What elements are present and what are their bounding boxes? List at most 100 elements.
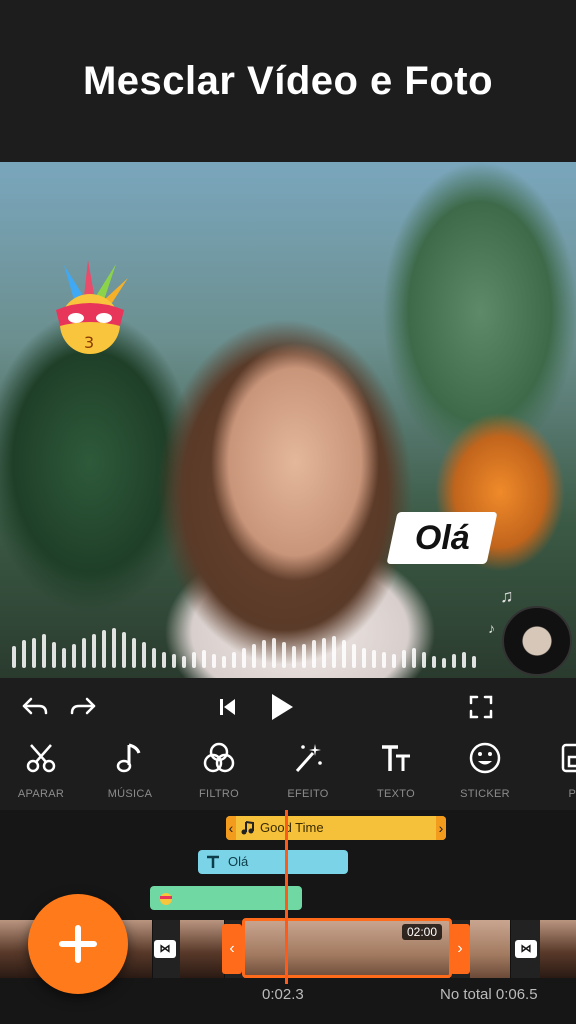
waveform-bar: [32, 638, 36, 668]
waveform-bar: [402, 650, 406, 668]
tool-efeito[interactable]: EFEITO: [264, 736, 352, 810]
music-note-small-icon: ♪: [488, 620, 495, 636]
sticker-track[interactable]: [150, 886, 302, 910]
video-preview[interactable]: 3 Olá ♫ ♪: [0, 162, 576, 678]
tool-label: APARAR: [17, 788, 65, 800]
vinyl-record-icon[interactable]: [502, 606, 572, 676]
waveform-bar: [82, 638, 86, 668]
waveform-bar: [412, 648, 416, 668]
tool-bar: APARAR MÚSICA FILTRO EFEITO TEXTO STICKE…: [0, 736, 576, 810]
skip-to-start-button[interactable]: [212, 692, 242, 722]
music-note-icon: [241, 821, 254, 835]
waveform-bar: [242, 648, 246, 668]
tool-label: MÚSICA: [107, 788, 153, 800]
waveform-bar: [102, 630, 106, 668]
waveform-bar: [462, 652, 466, 668]
tool-aparar[interactable]: APARAR: [0, 736, 85, 810]
fullscreen-button[interactable]: [466, 692, 496, 722]
waveform-bar: [152, 648, 156, 668]
playhead[interactable]: [285, 810, 288, 984]
waveform-bar: [252, 644, 256, 668]
clip-trim-right-handle[interactable]: ›: [450, 924, 470, 974]
add-media-button[interactable]: [28, 894, 128, 994]
text-track-label: Olá: [228, 854, 249, 869]
waveform-bar: [202, 650, 206, 668]
waveform-bar: [352, 644, 356, 668]
transition-icon[interactable]: ⋈: [154, 940, 176, 958]
text-sticker-label: Olá: [414, 518, 470, 557]
clip-trim-left-handle[interactable]: ‹: [222, 924, 242, 974]
waveform-bar: [122, 632, 126, 668]
waveform-bar: [212, 654, 216, 668]
text-icon: [374, 736, 418, 780]
play-icon: [272, 694, 293, 720]
tool-label: PI: [568, 788, 576, 800]
waveform-bar: [432, 656, 436, 668]
undo-button[interactable]: [20, 692, 50, 722]
waveform-bar: [162, 652, 166, 668]
text-track[interactable]: Olá: [198, 850, 348, 874]
redo-icon: [70, 697, 96, 715]
playback-controls: [0, 680, 576, 734]
waveform-bar: [272, 638, 276, 668]
mask-emoji-sticker[interactable]: 3: [44, 260, 130, 358]
waveform-bar: [452, 654, 456, 668]
waveform-bar: [362, 648, 366, 668]
text-sticker[interactable]: Olá: [386, 512, 498, 564]
clip-thumbnail: [180, 920, 225, 978]
audio-waveform: [12, 622, 476, 668]
waveform-bar: [12, 646, 16, 668]
waveform-bar: [132, 638, 136, 668]
redo-button[interactable]: [68, 692, 98, 722]
tool-pip[interactable]: PI: [530, 736, 576, 810]
waveform-bar: [442, 658, 446, 668]
tool-label: TEXTO: [377, 788, 415, 800]
waveform-bar: [382, 652, 386, 668]
tool-label: STICKER: [460, 788, 510, 800]
waveform-bar: [292, 646, 296, 668]
tool-filtro[interactable]: FILTRO: [175, 736, 263, 810]
waveform-bar: [312, 640, 316, 668]
waveform-bar: [22, 640, 26, 668]
clip-thumbnail: [470, 920, 511, 978]
svg-text:3: 3: [84, 333, 94, 352]
track-handle-right[interactable]: ›: [436, 816, 446, 840]
track-handle-left[interactable]: ‹: [226, 816, 236, 840]
waveform-bar: [332, 636, 336, 668]
tool-label: FILTRO: [198, 788, 240, 800]
waveform-bar: [222, 656, 226, 668]
current-time: 0:02.3: [262, 986, 304, 1003]
waveform-bar: [302, 644, 306, 668]
scissors-icon: [19, 736, 63, 780]
waveform-bar: [342, 640, 346, 668]
skip-back-icon: [220, 699, 235, 715]
undo-icon: [22, 697, 48, 715]
waveform-bar: [392, 654, 396, 668]
waveform-bar: [62, 648, 66, 668]
play-button[interactable]: [266, 692, 296, 722]
music-note-icon: [108, 736, 152, 780]
tool-texto[interactable]: TEXTO: [352, 736, 440, 810]
waveform-bar: [52, 642, 56, 668]
smiley-icon: [463, 736, 507, 780]
tool-label: EFEITO: [287, 788, 329, 800]
header: Mesclar Vídeo e Foto: [0, 0, 576, 162]
clip-thumbnail: [540, 920, 576, 978]
waveform-bar: [72, 644, 76, 668]
filter-circles-icon: [197, 736, 241, 780]
tool-sticker[interactable]: STICKER: [441, 736, 529, 810]
total-time: No total 0:06.5: [440, 986, 538, 1003]
magic-wand-icon: [286, 736, 330, 780]
waveform-bar: [142, 642, 146, 668]
waveform-bar: [372, 650, 376, 668]
tool-musica[interactable]: MÚSICA: [86, 736, 174, 810]
waveform-bar: [322, 638, 326, 668]
fullscreen-icon: [469, 695, 493, 719]
waveform-bar: [262, 640, 266, 668]
waveform-bar: [42, 634, 46, 668]
waveform-bar: [422, 652, 426, 668]
waveform-bar: [172, 654, 176, 668]
transition-icon[interactable]: ⋈: [515, 940, 537, 958]
music-track[interactable]: ‹ Good Time ›: [226, 816, 446, 840]
mask-emoji-icon: [160, 893, 172, 905]
